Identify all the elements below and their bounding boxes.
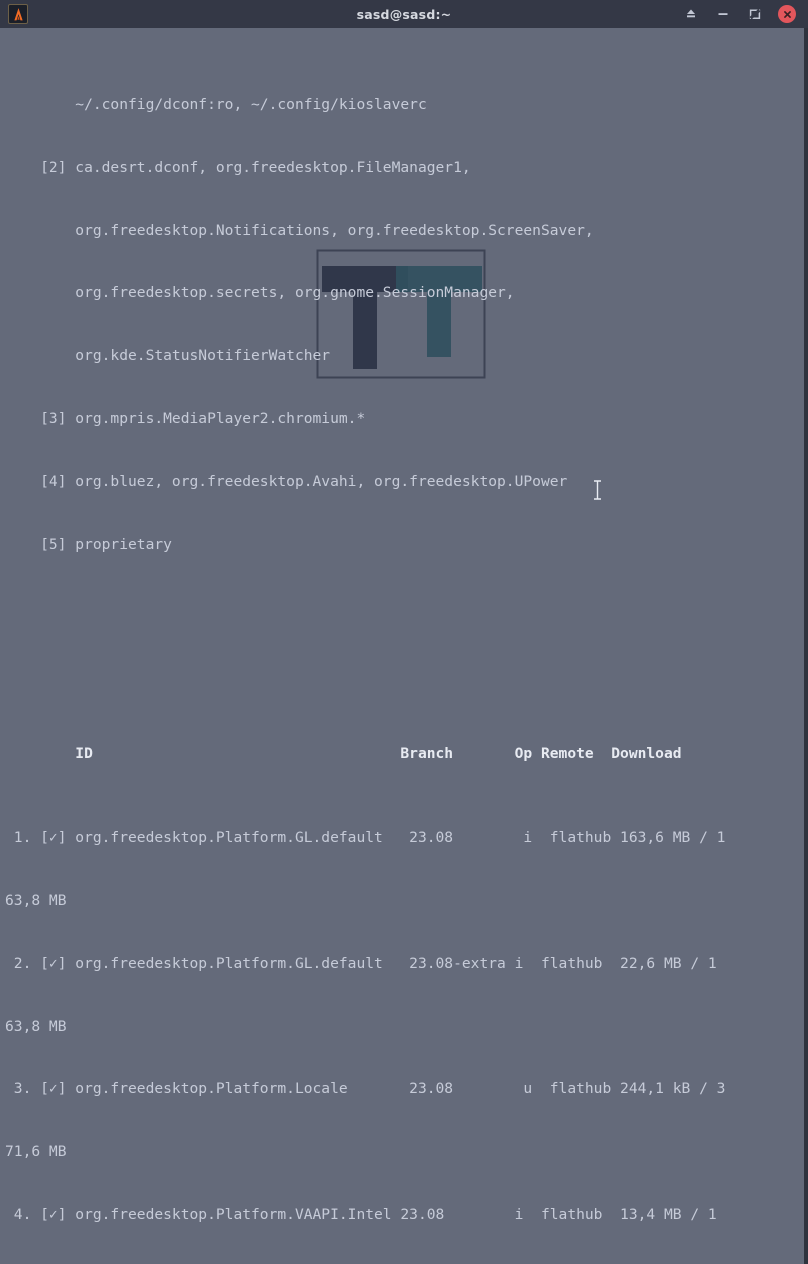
terminal-line: org.freedesktop.Notifications, org.freed… [5,221,594,239]
terminal-line: org.freedesktop.secrets, org.gnome.Sessi… [5,284,515,302]
terminal-text: ~/.config/dconf:ro, ~/.config/kioslaverc… [5,32,804,1264]
minimize-button[interactable] [714,5,732,23]
alacritty-icon [8,4,28,24]
table-row: 4. [✓] org.freedesktop.Platform.VAAPI.In… [5,1206,717,1224]
terminal-body: ~/.config/dconf:ro, ~/.config/kioslaverc… [0,28,808,1264]
shade-button[interactable] [682,5,700,23]
table-row: 1. [✓] org.freedesktop.Platform.GL.defau… [5,829,726,847]
terminal-window: sasd@sasd:~ ~/.config/dconf:ro, ~/.confi… [0,0,808,1264]
table-row: 2. [✓] org.freedesktop.Platform.GL.defau… [5,954,717,972]
terminal-line: [5] proprietary [5,535,172,553]
terminal-line: [2] ca.desrt.dconf, org.freedesktop.File… [5,158,471,176]
table-row-wrap: 71,6 MB [5,1143,67,1161]
titlebar-buttons [682,5,802,23]
close-button[interactable] [778,5,796,23]
table-row-wrap: 63,8 MB [5,891,67,909]
terminal-line: [3] org.mpris.MediaPlayer2.chromium.* [5,410,366,428]
terminal-screen-area[interactable]: ~/.config/dconf:ro, ~/.config/kioslaverc… [0,28,804,1264]
maximize-button[interactable] [746,5,764,23]
table-row-wrap: 63,8 MB [5,1017,67,1035]
terminal-line: [4] org.bluez, org.freedesktop.Avahi, or… [5,472,568,490]
terminal-line: ~/.config/dconf:ro, ~/.config/kioslaverc [5,95,427,113]
table-row: 3. [✓] org.freedesktop.Platform.Locale 2… [5,1080,726,1098]
terminal-line: org.kde.StatusNotifierWatcher [5,347,331,365]
table-header-row: ID Branch Op Remote Download [5,745,682,763]
titlebar[interactable]: sasd@sasd:~ [0,0,808,28]
